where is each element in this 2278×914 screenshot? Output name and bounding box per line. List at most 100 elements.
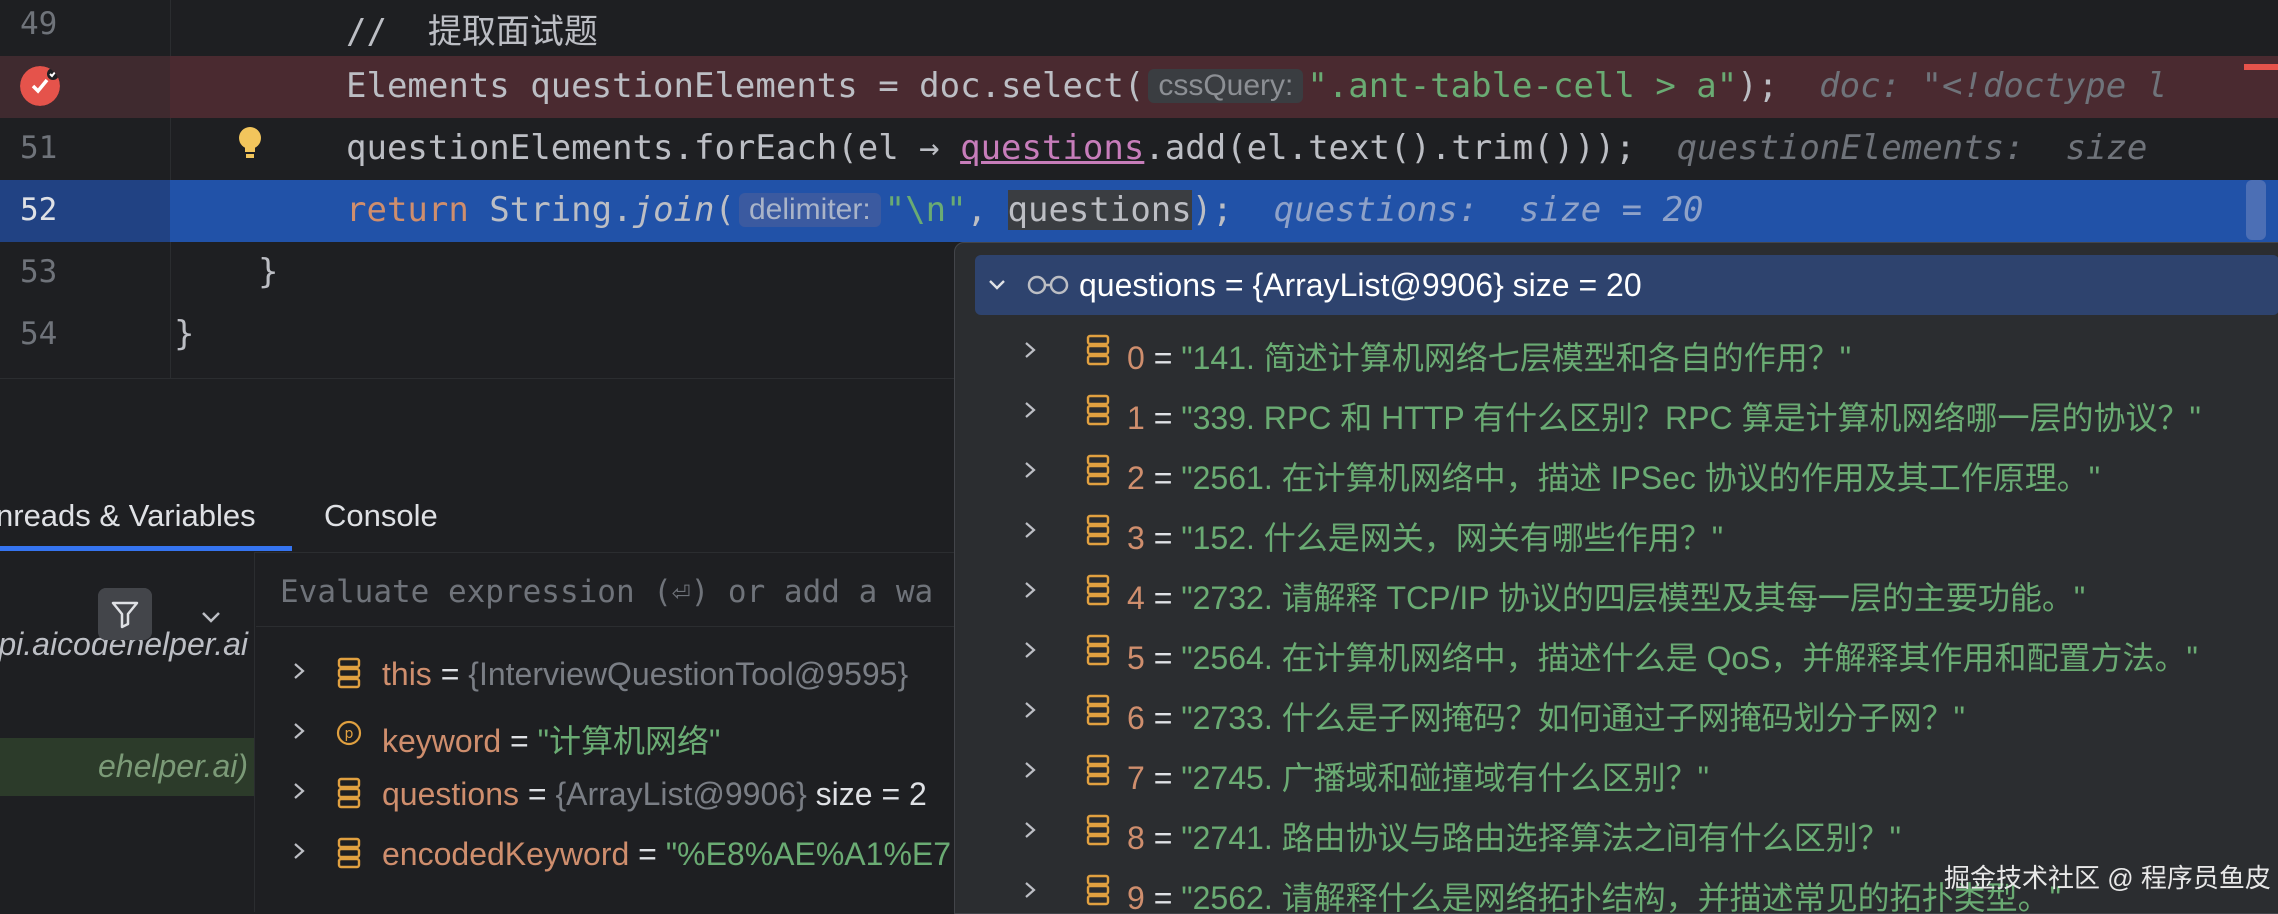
item-index: 3 <box>1127 520 1145 556</box>
code-segment: String. <box>468 190 633 230</box>
field-icon <box>1086 754 1110 786</box>
variable-type: {InterviewQuestionTool@9595} <box>468 656 909 692</box>
chevron-right-icon[interactable] <box>290 722 308 740</box>
item-index: 4 <box>1127 580 1145 616</box>
chevron-right-icon[interactable] <box>1021 341 1039 359</box>
popup-list-item[interactable]: 2 = "2561. 在计算机网络中，描述 IPSec 协议的作用及其工作原理。… <box>955 441 2278 501</box>
chevron-down-icon[interactable] <box>196 602 226 632</box>
string-literal: "\n" <box>884 190 967 230</box>
chevron-right-icon[interactable] <box>1021 461 1039 479</box>
chevron-right-icon[interactable] <box>290 662 308 680</box>
popup-list-item[interactable]: 1 = "339. RPC 和 HTTP 有什么区别？RPC 算是计算机网络哪一… <box>955 381 2278 441</box>
variable-text: questions = {ArrayList@9906} size = 2 <box>382 776 927 813</box>
item-eq: = <box>1144 460 1182 496</box>
evaluate-expression-field[interactable]: Evaluate expression (⏎) or add a wa <box>256 552 960 627</box>
variable-row[interactable]: p keyword = "计算机网络" <box>256 704 960 764</box>
chevron-right-icon[interactable] <box>1021 641 1039 659</box>
code-text: } <box>174 314 195 354</box>
popup-header-text: questions = {ArrayList@9906} size = 20 <box>1079 267 1642 303</box>
lightbulb-icon[interactable] <box>238 126 262 160</box>
filter-icon[interactable] <box>98 588 152 640</box>
popup-header-row[interactable]: questions = {ArrayList@9906} size = 20 <box>975 255 2278 315</box>
variable-row[interactable]: this = {InterviewQuestionTool@9595} <box>256 644 960 704</box>
popup-list-item[interactable]: 8 = "2741. 路由协议与路由选择算法之间有什么区别？" <box>955 801 2278 861</box>
item-index: 8 <box>1127 820 1145 856</box>
code-segment: ); <box>1191 190 1233 230</box>
questions-reference[interactable]: questions <box>1007 190 1192 230</box>
code-line-52-current[interactable]: 52 return String.join(delimiter: "\n", qu… <box>0 180 2278 242</box>
inline-debug-value: questions: size = 20 <box>1273 190 1704 230</box>
code-line-49[interactable]: 49 // 提取面试题 <box>0 0 2278 56</box>
field-icon <box>1086 634 1110 666</box>
frame-item-selected[interactable]: ehelper.ai) <box>0 738 254 796</box>
code-line-51[interactable]: 51 questionElements.forEach(el → questio… <box>0 118 2278 180</box>
breakpoint-icon[interactable] <box>20 66 60 106</box>
field-icon <box>1086 454 1110 486</box>
variable-row[interactable]: encodedKeyword = "%E8%AE%A1%E7 <box>256 824 960 884</box>
svg-text:p: p <box>345 726 354 742</box>
tab-threads-variables[interactable]: nreads & Variables <box>0 498 256 534</box>
chevron-right-icon[interactable] <box>1021 521 1039 539</box>
field-icon <box>1086 694 1110 726</box>
item-text: 4 = "2732. 请解释 TCP/IP 协议的四层模型及其每一层的主要功能。… <box>1127 573 2085 619</box>
tab-console[interactable]: Console <box>324 498 438 534</box>
item-value: "2564. 在计算机网络中，描述什么是 QoS，并解释其作用和配置方法。" <box>1181 640 2198 676</box>
chevron-right-icon[interactable] <box>1021 401 1039 419</box>
chevron-right-icon[interactable] <box>290 782 308 800</box>
item-text: 1 = "339. RPC 和 HTTP 有什么区别？RPC 算是计算机网络哪一… <box>1127 393 2201 439</box>
item-eq: = <box>1144 640 1182 676</box>
chevron-right-icon[interactable] <box>1021 581 1039 599</box>
item-text: 6 = "2733. 什么是子网掩码？如何通过子网掩码划分子网？" <box>1127 693 1965 739</box>
popup-list-item[interactable]: 6 = "2733. 什么是子网掩码？如何通过子网掩码划分子网？" <box>955 681 2278 741</box>
chevron-right-icon[interactable] <box>1021 821 1039 839</box>
code-segment: ); <box>1737 66 1779 106</box>
item-index: 0 <box>1127 340 1145 376</box>
debug-toolbar-area <box>0 378 960 485</box>
field-icon <box>1086 574 1110 606</box>
popup-list-item[interactable]: 5 = "2564. 在计算机网络中，描述什么是 QoS，并解释其作用和配置方法… <box>955 621 2278 681</box>
field-icon <box>337 777 361 809</box>
popup-list-item[interactable]: 0 = "141. 简述计算机网络七层模型和各自的作用？" <box>955 321 2278 381</box>
field-icon <box>1086 874 1110 906</box>
frame-item[interactable] <box>0 676 254 734</box>
chevron-right-icon[interactable] <box>1021 881 1039 899</box>
field-icon <box>337 837 361 869</box>
code-comment: // 提取面试题 <box>346 12 598 52</box>
code-segment: questionElements.forEach(el → <box>346 128 961 168</box>
frame-label: ehelper.ai) <box>97 748 248 784</box>
item-value: "2561. 在计算机网络中，描述 IPSec 协议的作用及其工作原理。" <box>1181 460 2101 496</box>
item-text: 3 = "152. 什么是网关，网关有哪些作用？" <box>1127 513 1723 559</box>
inline-debug-value: doc: "<!doctype l <box>1819 66 2168 106</box>
chevron-right-icon[interactable] <box>290 842 308 860</box>
error-stripe-marker[interactable] <box>2244 64 2278 70</box>
popup-list-item[interactable]: 4 = "2732. 请解释 TCP/IP 协议的四层模型及其每一层的主要功能。… <box>955 561 2278 621</box>
variable-text: encodedKeyword = "%E8%AE%A1%E7 <box>382 836 951 873</box>
variable-eq: = <box>518 776 556 812</box>
variable-name: keyword <box>382 723 502 759</box>
inline-debug-value: questionElements: size <box>1676 128 2148 168</box>
item-eq: = <box>1144 340 1182 376</box>
questions-reference[interactable]: questions <box>960 128 1144 168</box>
editor-scrollbar[interactable] <box>2246 180 2266 240</box>
item-value: "339. RPC 和 HTTP 有什么区别？RPC 算是计算机网络哪一层的协议… <box>1181 400 2201 436</box>
popup-list-item[interactable]: 3 = "152. 什么是网关，网关有哪些作用？" <box>955 501 2278 561</box>
item-value: "2733. 什么是子网掩码？如何通过子网掩码划分子网？" <box>1181 700 1965 736</box>
chevron-right-icon[interactable] <box>1021 761 1039 779</box>
item-text: 8 = "2741. 路由协议与路由选择算法之间有什么区别？" <box>1127 813 1901 859</box>
item-index: 2 <box>1127 460 1145 496</box>
item-eq: = <box>1144 520 1182 556</box>
method-join: join <box>632 190 715 230</box>
code-text: Elements questionElements = doc.select(c… <box>346 66 2167 106</box>
chevron-down-icon[interactable] <box>987 275 1007 295</box>
chevron-right-icon[interactable] <box>1021 701 1039 719</box>
item-index: 1 <box>1127 400 1145 436</box>
keyword-return: return <box>346 190 469 230</box>
variable-size: size = 2 <box>806 776 927 812</box>
code-line-50-breakpoint[interactable]: Elements questionElements = doc.select(c… <box>0 56 2278 118</box>
variable-popup[interactable]: questions = {ArrayList@9906} size = 20 0… <box>954 242 2278 914</box>
popup-list-item[interactable]: 7 = "2745. 广播域和碰撞域有什么区别？" <box>955 741 2278 801</box>
variable-row[interactable]: questions = {ArrayList@9906} size = 2 <box>256 764 960 824</box>
field-icon <box>1086 394 1110 426</box>
variable-name: this <box>382 656 432 692</box>
code-segment: Elements questionElements = doc.select( <box>346 66 1145 106</box>
